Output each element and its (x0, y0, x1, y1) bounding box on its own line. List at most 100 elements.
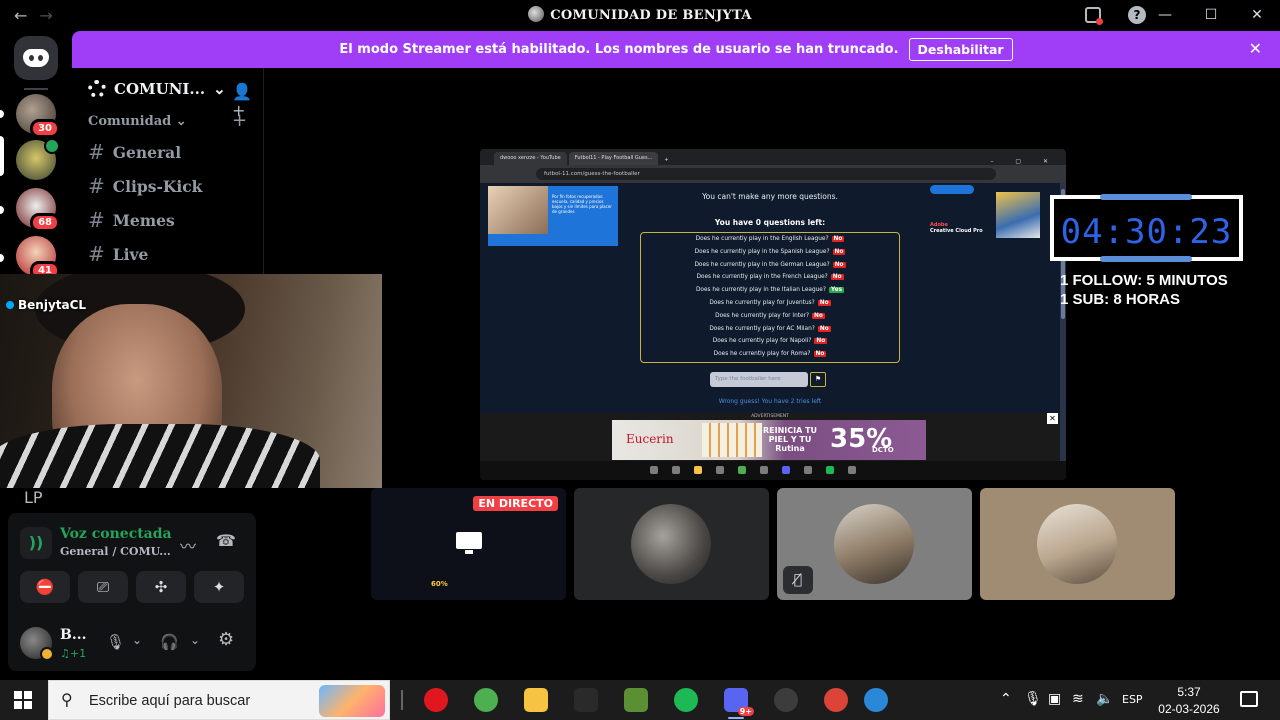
username[interactable]: B... (60, 627, 86, 643)
opera-icon[interactable] (424, 688, 448, 712)
disconnect-icon[interactable]: ☎ (216, 531, 236, 550)
mic-chevron-icon[interactable]: ⌄ (132, 633, 142, 647)
game-page: Por fin fotos recuperadas: escuela, cali… (480, 183, 1060, 429)
clock[interactable]: 5:37 02-03-2026 (1152, 684, 1226, 718)
voice-status[interactable]: Voz conectada (60, 526, 172, 542)
taskbar-app-icon (804, 466, 812, 474)
close-window-button[interactable]: ✕ (1234, 7, 1280, 23)
language-indicator[interactable]: ESP (1122, 693, 1143, 706)
chrome-profile-icon[interactable] (824, 688, 848, 712)
headset-chevron-icon[interactable]: ⌄ (190, 633, 200, 647)
signal-icon[interactable]: )) (20, 527, 52, 559)
answer-badge: No (832, 248, 846, 255)
channel-label: Live (112, 244, 149, 264)
headset-icon[interactable]: 🎧 (160, 633, 179, 651)
wifi-icon[interactable]: ≋ (1072, 691, 1084, 707)
discord-home-button[interactable] (14, 36, 58, 80)
hash-icon: # (88, 174, 105, 198)
settings-gear-icon[interactable]: ⚙ (218, 629, 234, 650)
taskbar-search[interactable]: ⚲ Escribe aquí para buscar (48, 680, 390, 720)
file-explorer-icon[interactable] (524, 688, 548, 712)
question-row: Does he currently play for Inter? No (641, 312, 899, 319)
channel-general[interactable]: # General (88, 140, 181, 164)
activities-button[interactable]: ✣ (136, 571, 186, 603)
channel-label: Clips-Kick (112, 176, 203, 196)
screen-share-button[interactable]: ⎚ (78, 571, 128, 603)
question-text: Does he currently play in the German Lea… (694, 261, 830, 268)
subathon-timer: 04:30:23 (1050, 194, 1243, 262)
advertisement-bar: ADVERTISEMENT Eucerin REINICIA TU PIEL Y… (480, 413, 1060, 465)
preview-progress: 60% (431, 580, 448, 588)
avatar[interactable] (20, 627, 54, 661)
minecraft-icon[interactable] (624, 688, 648, 712)
disable-streamer-button[interactable]: Deshabilitar (908, 38, 1013, 61)
browser-tab: dwooo xenzze - YouTube (494, 152, 567, 165)
answer-badge: No (831, 236, 845, 242)
participant-tile[interactable] (980, 488, 1175, 600)
noise-suppression-icon[interactable]: 〰 (180, 533, 196, 557)
clock-date: 02-03-2026 (1158, 702, 1220, 716)
question-row: Does he currently play for Napoli? No (641, 338, 899, 345)
server-icon-1[interactable]: 30 (16, 94, 60, 138)
questions-list: Does he currently play in the English Le… (640, 232, 900, 363)
question-text: Does he currently play for Napoli? (712, 338, 812, 345)
question-text: Does he currently play in the Spanish Le… (694, 248, 830, 255)
question-row: Does he currently play for AC Milan? No (641, 325, 899, 332)
question-row: Does he currently play in the Spanish Le… (641, 248, 899, 255)
windows-start-icon[interactable] (14, 691, 32, 709)
browser-window-controls: – ▢ ✕ (990, 158, 1058, 165)
ad-tagline: REINICIA TU PIEL Y TU Rutina (762, 426, 818, 453)
camera-tray-icon[interactable]: ▣ (1048, 691, 1061, 707)
channel-label: General (112, 142, 182, 162)
search-placeholder: Escribe aquí para buscar (89, 693, 251, 709)
taskbar-app-icon (760, 466, 768, 474)
server-icon-3[interactable]: 68 (16, 188, 60, 232)
channel-clips-kick[interactable]: # Clips-Kick (88, 174, 202, 198)
maximize-button[interactable]: ☐ (1188, 7, 1234, 23)
question-row: Does he currently play in the Italian Le… (641, 287, 899, 294)
channel-memes[interactable]: # Memes (88, 208, 175, 232)
volume-icon[interactable]: 🔈 (1096, 691, 1113, 707)
avatar (1037, 504, 1117, 584)
unread-pill (0, 254, 4, 262)
inbox-icon[interactable] (1085, 7, 1103, 25)
hash-icon: # (88, 140, 105, 164)
server-icon-2[interactable] (16, 138, 60, 180)
discord-badge: 9+ (737, 707, 754, 716)
tray-chevron-icon[interactable]: ⌃ (1000, 691, 1012, 707)
muted-mic-icon: 🎙̸ (783, 566, 813, 594)
spotify-icon[interactable] (674, 688, 698, 712)
voice-channel[interactable]: General / COMU... (60, 545, 171, 558)
category-comunidad[interactable]: Comunidad ⌄ (88, 114, 187, 129)
minimize-button[interactable]: — (1142, 7, 1188, 23)
obs-icon[interactable] (774, 688, 798, 712)
banner-close-icon[interactable]: ✕ (1249, 39, 1262, 58)
mention-badge: 68 (30, 213, 60, 232)
soundboard-button[interactable]: ✦ (194, 571, 244, 603)
stream-view[interactable]: dwooo xenzze - YouTube Futbol11 - Play F… (480, 149, 1066, 480)
discord-logo-icon (23, 49, 49, 67)
participant-tile[interactable]: 🎙̸ (777, 488, 972, 600)
channel-sidebar: COMUNI... ⌄ 👤+ Comunidad ⌄ + # General # C… (72, 68, 264, 274)
browser-toolbar: futbol-11.com/guess-the-footballer (480, 165, 1066, 183)
help-icon[interactable] (864, 688, 888, 712)
add-channel-icon[interactable]: + (232, 110, 247, 131)
microphone-tray-icon[interactable]: 🎙 (1024, 691, 1042, 707)
ad-button (930, 185, 974, 194)
camera-off-button[interactable]: ⛔ (20, 571, 70, 603)
search-icon: ⚲ (61, 690, 73, 709)
streamer-mode-banner: El modo Streamer está habilitado. Los no… (72, 31, 1280, 68)
discord-icon[interactable]: 9+ (724, 688, 754, 719)
mic-icon[interactable]: 🎙 (106, 633, 125, 651)
server-icon-4[interactable]: 41 (16, 236, 60, 280)
notifications-icon[interactable] (1240, 691, 1258, 707)
window-controls: — ☐ ✕ (1142, 0, 1280, 30)
participant-tile[interactable] (574, 488, 769, 600)
server-header[interactable]: COMUNI... ⌄ (88, 80, 226, 98)
windows-taskbar: ⚲ Escribe aquí para buscar 9+ ⌃ 🎙 ▣ ≋ 🔈 … (0, 680, 1280, 720)
chrome-icon[interactable] (474, 688, 498, 712)
channel-live[interactable]: # Live (88, 242, 148, 266)
epic-games-icon[interactable] (574, 688, 598, 712)
stream-tile[interactable]: 60% EN DIRECTO (371, 488, 566, 600)
answer-badge: Yes (828, 287, 845, 294)
